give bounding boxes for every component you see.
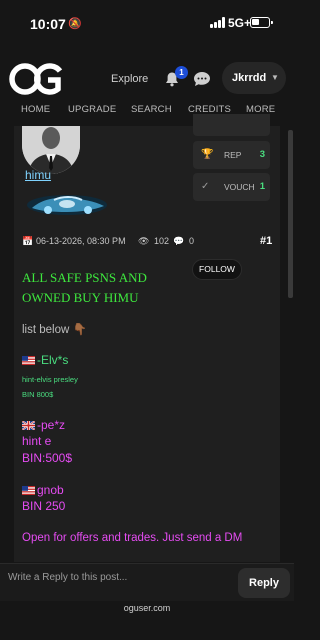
us-flag-icon — [22, 486, 35, 495]
nav-home[interactable]: HOME — [21, 104, 50, 115]
list-below-text: list below 👇🏾 — [22, 324, 87, 336]
calendar-icon: 📅 — [22, 236, 34, 246]
stat-vouch: ✓ VOUCH 1 — [193, 173, 270, 201]
author-userbar-image — [27, 195, 107, 215]
us-flag-icon — [22, 356, 35, 365]
item1-subtitle: hint-elvis presley — [22, 375, 78, 384]
chevron-down-icon: ▼ — [271, 73, 279, 82]
item1-bin: BIN 800$ — [22, 390, 54, 399]
explore-link[interactable]: Explore — [111, 73, 148, 85]
eye-icon: 👁 — [138, 236, 150, 246]
stat-rep-value: 3 — [259, 149, 265, 160]
user-menu-name: Jkrrdd — [232, 72, 267, 84]
site-logo[interactable] — [8, 62, 64, 96]
uk-flag-icon — [22, 421, 35, 430]
reply-bar: Write a Reply to this post... Reply — [0, 563, 294, 601]
follow-button[interactable]: FOLLOW — [192, 259, 242, 280]
item3-bin: BIN 250 — [22, 499, 66, 513]
stat-vouch-label: VOUCH — [224, 182, 255, 192]
status-time: 10:07 — [30, 16, 66, 32]
post-headline-line1: ALL SAFE PSNS AND — [22, 270, 147, 285]
post-number[interactable]: #1 — [260, 235, 272, 247]
post-headline-line2: OWNED BUY HIMU — [22, 290, 139, 305]
item1-title: -Elv*s — [22, 353, 68, 367]
reply-button[interactable]: Reply — [238, 568, 290, 598]
reply-input[interactable]: Write a Reply to this post... — [8, 572, 127, 583]
post-date: 06-13-2026, 08:30 PM — [36, 236, 126, 246]
nav-upgrade[interactable]: UPGRADE — [68, 104, 116, 115]
item2-bin: BIN:500$ — [22, 451, 73, 465]
network-label: 5G+ — [228, 16, 252, 30]
notification-badge: 1 — [175, 66, 188, 79]
comment-count: 0 — [189, 236, 195, 246]
browser-url[interactable]: oguser.com — [0, 603, 294, 613]
view-count: 102 — [154, 236, 170, 246]
post-footer-line: Open for offers and trades. Just send a … — [22, 532, 243, 544]
stat-vouch-value: 1 — [259, 181, 265, 192]
stat-box-top — [193, 114, 270, 136]
status-bar: 10:07 🔕 5G+ — [0, 0, 294, 46]
item3-title: gnob — [22, 483, 64, 497]
nav-search[interactable]: SEARCH — [131, 104, 172, 115]
comment-icon: 💬 — [173, 236, 185, 246]
item2-title-text: -pe*z — [37, 418, 66, 432]
chat-icon[interactable] — [193, 71, 211, 87]
item2-hint: hint e — [22, 434, 52, 448]
stat-rep: 🏆 REP 3 — [193, 141, 270, 169]
mute-bell-icon: 🔕 — [68, 18, 82, 30]
author-username[interactable]: himu — [25, 168, 51, 182]
item2-title: -pe*z — [22, 418, 65, 432]
trophy-icon: 🏆 — [201, 149, 214, 160]
battery-icon — [250, 17, 273, 28]
check-icon: ✓ — [201, 181, 210, 192]
item3-title-text: gnob — [37, 483, 64, 497]
scrollbar[interactable] — [288, 130, 293, 298]
item1-title-text: -Elv*s — [37, 353, 69, 367]
signal-icon — [210, 17, 226, 28]
stat-rep-label: REP — [224, 150, 242, 160]
